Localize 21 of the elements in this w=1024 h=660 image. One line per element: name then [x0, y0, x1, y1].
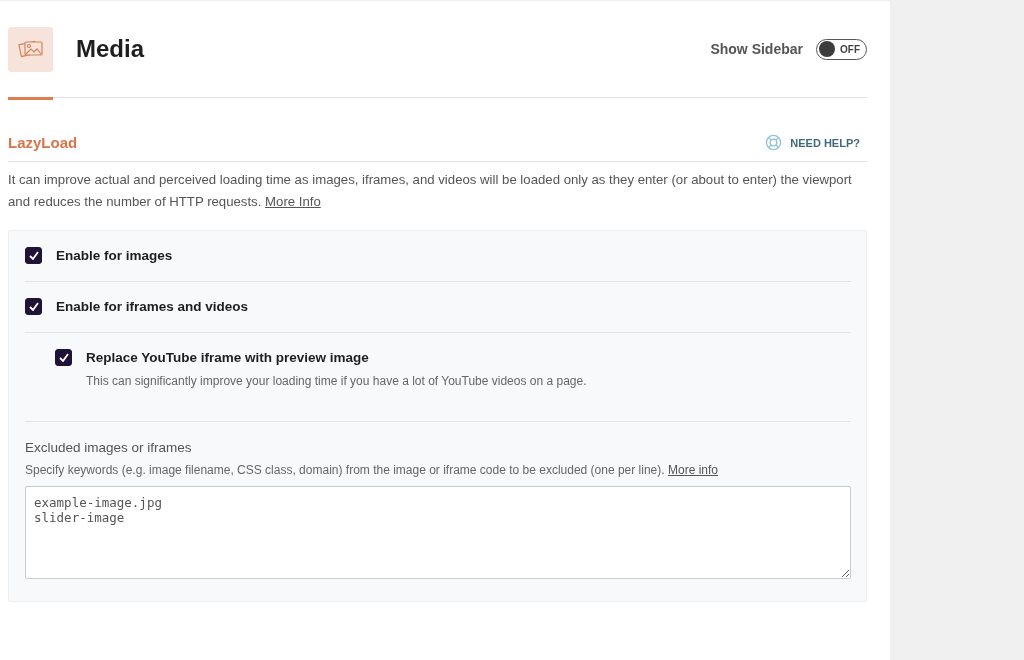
- option-description: This can significantly improve your loading time if you have a lot of YouTube videos on a page.: [86, 374, 587, 388]
- option-label[interactable]: Replace YouTube iframe with preview image: [86, 349, 587, 367]
- checkmark-icon[interactable]: [28, 302, 39, 311]
- field-description: Specify keywords (e.g. image filename, CSS class, domain) from the image or iframe code to be excluded (one per line). More info: [25, 463, 719, 477]
- checkbox[interactable]: [55, 349, 72, 366]
- checkmark-icon[interactable]: [58, 353, 69, 362]
- section-description: It can improve actual and perceived loading time as images, iframes, and videos will be loaded only as they enter (or about to enter) the viewport and reduces the number of HTTP requests. More Info: [8, 171, 853, 211]
- checkbox[interactable]: [25, 298, 42, 315]
- option-label[interactable]: Enable for iframes and videos: [56, 298, 249, 316]
- more-info-link[interactable]: More Info: [265, 194, 321, 209]
- option-label[interactable]: Enable for images: [56, 247, 173, 265]
- field-label: Excluded images or iframes: [25, 440, 193, 455]
- toggle-label: Show Sidebar: [710, 41, 803, 57]
- exclusions-field[interactable]: example-image.jpg slider-image: [25, 486, 851, 579]
- need-help-link[interactable]: NEED HELP?: [765, 134, 860, 151]
- section-title: LazyLoad: [8, 134, 78, 151]
- checkbox[interactable]: [25, 247, 42, 264]
- checkmark-icon[interactable]: [28, 251, 39, 260]
- page-title: Media: [76, 35, 144, 63]
- sidebar-toggle[interactable]: OFF: [816, 38, 867, 60]
- more-info-link[interactable]: More info: [668, 463, 718, 477]
